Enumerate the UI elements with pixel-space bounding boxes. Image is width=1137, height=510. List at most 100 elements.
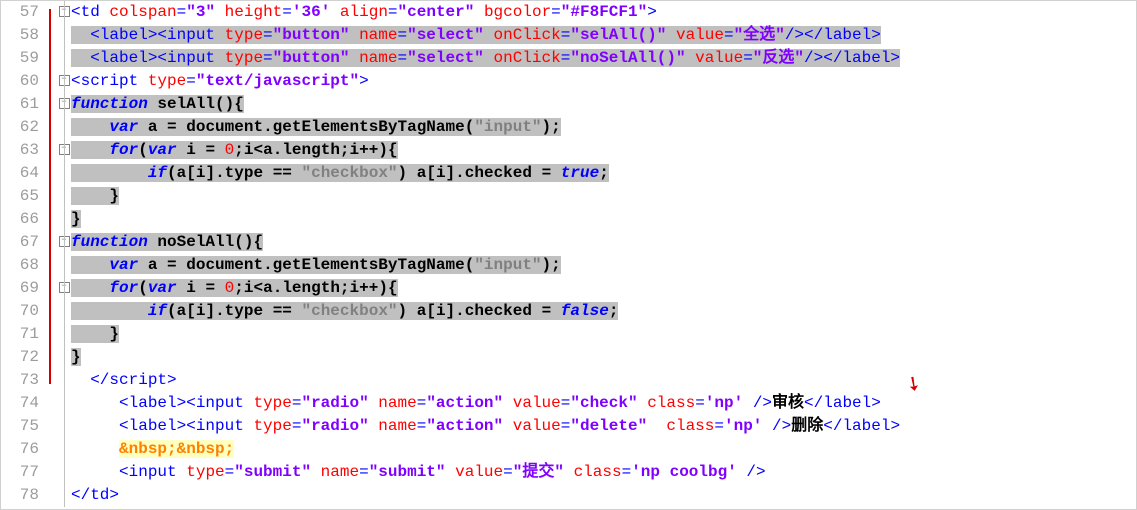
line-number: 66: [1, 208, 45, 231]
fold-toggle: [57, 24, 71, 47]
code-line[interactable]: 65 }: [1, 185, 1136, 208]
code-line[interactable]: 77 <input type="submit" name="submit" va…: [1, 461, 1136, 484]
code-line[interactable]: 62 var a = document.getElementsByTagName…: [1, 116, 1136, 139]
code-line[interactable]: 64 if(a[i].type == "checkbox") a[i].chec…: [1, 162, 1136, 185]
line-number: 73: [1, 369, 45, 392]
fold-toggle: [57, 484, 71, 507]
fold-toggle: [57, 208, 71, 231]
code-line[interactable]: 63− for(var i = 0;i<a.length;i++){: [1, 139, 1136, 162]
fold-toggle: [57, 369, 71, 392]
bracket-annotation: [45, 116, 57, 139]
code-line[interactable]: 76 &nbsp;&nbsp;: [1, 438, 1136, 461]
code-content[interactable]: }: [71, 323, 1136, 346]
line-number: 61: [1, 93, 45, 116]
code-line[interactable]: 73 </script>: [1, 369, 1136, 392]
code-line[interactable]: 57−<td colspan="3" height='36' align="ce…: [1, 1, 1136, 24]
line-number: 76: [1, 438, 45, 461]
code-line[interactable]: 75 <label><input type="radio" name="acti…: [1, 415, 1136, 438]
code-line[interactable]: 61−function selAll(){: [1, 93, 1136, 116]
bracket-annotation: [45, 369, 57, 392]
code-content[interactable]: <label><input type="button" name="select…: [71, 24, 1136, 47]
fold-toggle: [57, 461, 71, 484]
line-number: 58: [1, 24, 45, 47]
code-content[interactable]: <script type="text/javascript">: [71, 70, 1136, 93]
code-line[interactable]: 66}: [1, 208, 1136, 231]
bracket-annotation: [45, 392, 57, 415]
bracket-annotation: [45, 47, 57, 70]
fold-toggle: [57, 116, 71, 139]
fold-toggle: [57, 392, 71, 415]
bracket-annotation: [45, 461, 57, 484]
bracket-annotation: [45, 185, 57, 208]
fold-toggle: [57, 47, 71, 70]
code-content[interactable]: <label><input type="radio" name="action"…: [71, 415, 1136, 438]
line-number: 68: [1, 254, 45, 277]
code-content[interactable]: for(var i = 0;i<a.length;i++){: [71, 139, 1136, 162]
line-number: 71: [1, 323, 45, 346]
line-number: 62: [1, 116, 45, 139]
code-content[interactable]: var a = document.getElementsByTagName("i…: [71, 254, 1136, 277]
code-content[interactable]: </td>: [71, 484, 1136, 507]
bracket-annotation: [45, 231, 57, 254]
code-content[interactable]: function noSelAll(){: [71, 231, 1136, 254]
line-number: 65: [1, 185, 45, 208]
fold-toggle[interactable]: −: [57, 139, 71, 162]
bracket-annotation: [45, 346, 57, 369]
code-content[interactable]: function selAll(){: [71, 93, 1136, 116]
fold-toggle: [57, 346, 71, 369]
bracket-annotation: [45, 323, 57, 346]
code-content[interactable]: <label><input type="radio" name="action"…: [71, 392, 1136, 415]
bracket-annotation: [45, 1, 57, 24]
line-number: 78: [1, 484, 45, 507]
line-number: 60: [1, 70, 45, 93]
code-line[interactable]: 74 <label><input type="radio" name="acti…: [1, 392, 1136, 415]
code-line[interactable]: 70 if(a[i].type == "checkbox") a[i].chec…: [1, 300, 1136, 323]
code-content[interactable]: <td colspan="3" height='36' align="cente…: [71, 1, 1136, 24]
bracket-annotation: [45, 277, 57, 300]
code-content[interactable]: <label><input type="button" name="select…: [71, 47, 1136, 70]
bracket-annotation: [45, 70, 57, 93]
line-number: 69: [1, 277, 45, 300]
code-content[interactable]: var a = document.getElementsByTagName("i…: [71, 116, 1136, 139]
code-line[interactable]: 71 }: [1, 323, 1136, 346]
fold-toggle: [57, 254, 71, 277]
code-content[interactable]: </script>: [71, 369, 1136, 392]
fold-toggle: [57, 438, 71, 461]
code-line[interactable]: 72}: [1, 346, 1136, 369]
code-content[interactable]: if(a[i].type == "checkbox") a[i].checked…: [71, 162, 1136, 185]
bracket-annotation: [45, 24, 57, 47]
line-number: 64: [1, 162, 45, 185]
line-number: 72: [1, 346, 45, 369]
code-content[interactable]: <input type="submit" name="submit" value…: [71, 461, 1136, 484]
fold-toggle: [57, 185, 71, 208]
line-number: 57: [1, 1, 45, 24]
code-editor[interactable]: 57−<td colspan="3" height='36' align="ce…: [0, 0, 1137, 510]
bracket-annotation: [45, 162, 57, 185]
code-content[interactable]: for(var i = 0;i<a.length;i++){: [71, 277, 1136, 300]
fold-toggle: [57, 162, 71, 185]
code-line[interactable]: 68 var a = document.getElementsByTagName…: [1, 254, 1136, 277]
code-line[interactable]: 69− for(var i = 0;i<a.length;i++){: [1, 277, 1136, 300]
code-content[interactable]: }: [71, 346, 1136, 369]
fold-toggle[interactable]: −: [57, 231, 71, 254]
fold-toggle: [57, 300, 71, 323]
line-number: 75: [1, 415, 45, 438]
code-content[interactable]: }: [71, 208, 1136, 231]
fold-toggle[interactable]: −: [57, 1, 71, 24]
code-content[interactable]: if(a[i].type == "checkbox") a[i].checked…: [71, 300, 1136, 323]
code-line[interactable]: 67−function noSelAll(){: [1, 231, 1136, 254]
line-number: 74: [1, 392, 45, 415]
code-content[interactable]: }: [71, 185, 1136, 208]
line-number: 59: [1, 47, 45, 70]
code-line[interactable]: 58 <label><input type="button" name="sel…: [1, 24, 1136, 47]
bracket-annotation: [45, 93, 57, 116]
code-content[interactable]: &nbsp;&nbsp;: [71, 438, 1136, 461]
code-line[interactable]: 59 <label><input type="button" name="sel…: [1, 47, 1136, 70]
bracket-annotation: [45, 208, 57, 231]
bracket-annotation: [45, 415, 57, 438]
code-line[interactable]: 60−<script type="text/javascript">: [1, 70, 1136, 93]
fold-toggle[interactable]: −: [57, 93, 71, 116]
code-line[interactable]: 78 </td>: [1, 484, 1136, 507]
fold-toggle[interactable]: −: [57, 70, 71, 93]
fold-toggle[interactable]: −: [57, 277, 71, 300]
